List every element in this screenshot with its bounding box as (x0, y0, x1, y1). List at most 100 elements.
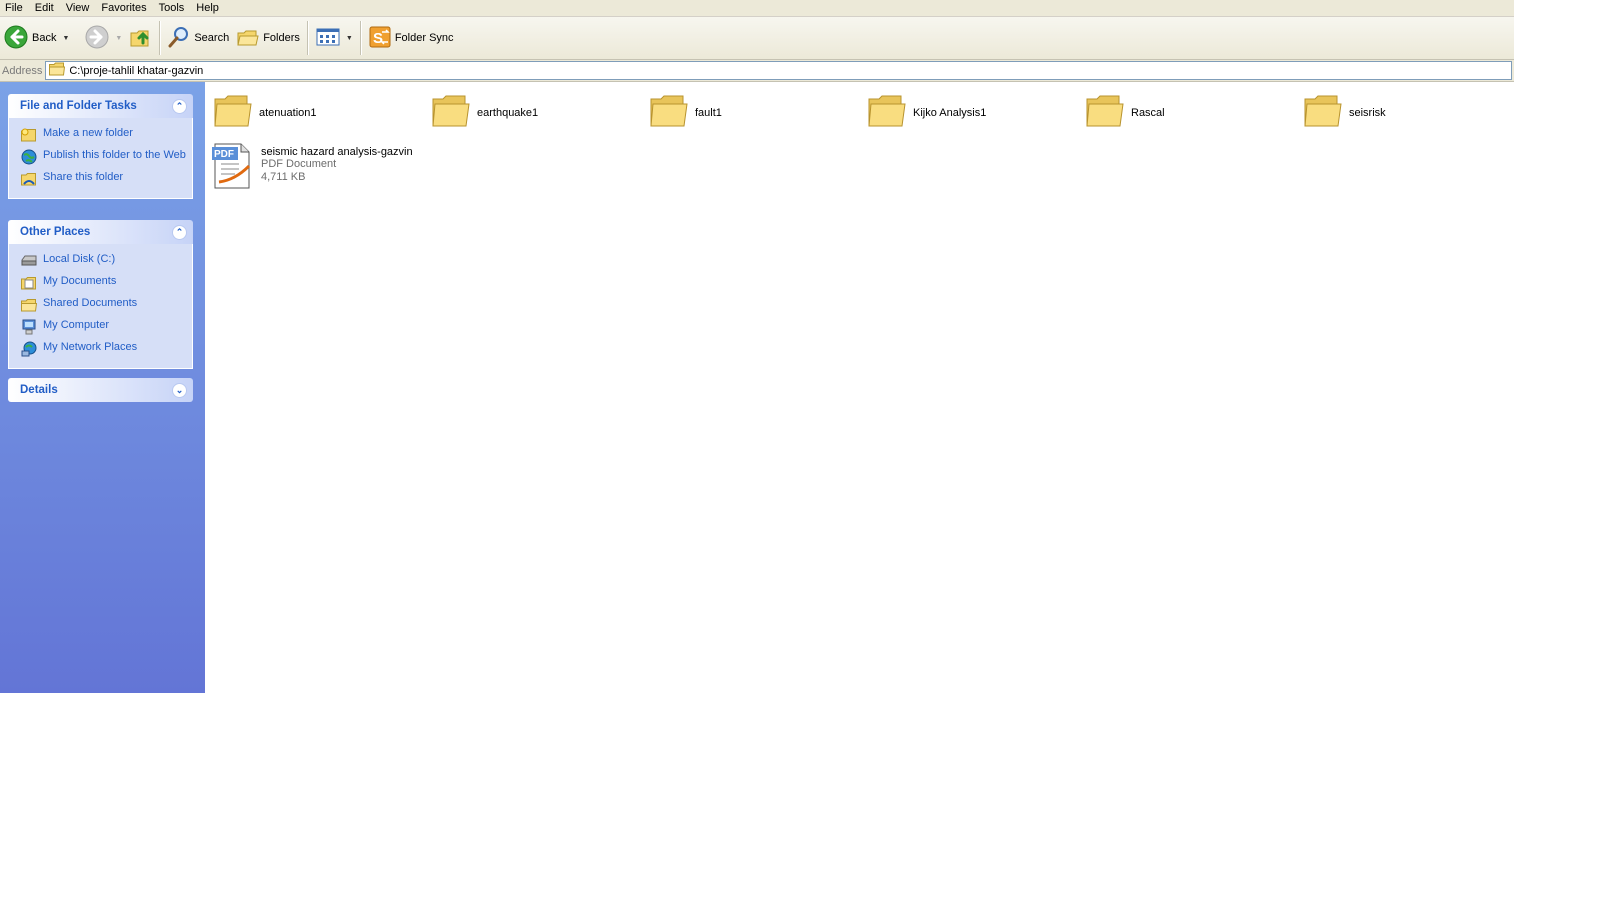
pdf-file-icon: PDF (211, 142, 255, 193)
folder-sync-icon: S (369, 26, 391, 51)
folder-name: Rascal (1131, 106, 1165, 119)
toolbar-separator (159, 21, 162, 55)
task-make-new-folder[interactable]: Make a new folder (21, 124, 186, 146)
expand-icon[interactable]: ⌄ (172, 382, 187, 398)
views-button[interactable]: ▼ (312, 21, 357, 55)
network-places-icon (21, 341, 37, 357)
address-input[interactable]: C:\proje-tahlil khatar-gazvin (45, 61, 1512, 80)
folder-item[interactable]: earthquake1 (431, 92, 538, 133)
place-label: My Computer (43, 319, 110, 331)
folder-icon (867, 92, 907, 133)
folder-icon (49, 62, 66, 79)
other-places-panel: Other Places ⌃ Local Disk (C:) My Docume… (8, 220, 193, 369)
search-label: Search (194, 32, 230, 44)
forward-arrow-icon (85, 25, 109, 52)
folders-icon (237, 26, 259, 51)
folder-item[interactable]: atenuation1 (213, 92, 317, 133)
folder-name: Kijko Analysis1 (913, 106, 987, 119)
panel-title: Details (20, 384, 58, 396)
folder-icon (431, 92, 471, 133)
place-my-documents[interactable]: My Documents (21, 272, 186, 294)
file-item[interactable]: PDF seismic hazard analysis-gazvin PDF D… (211, 142, 413, 193)
folder-name: atenuation1 (259, 106, 317, 119)
back-dropdown-icon[interactable]: ▼ (62, 35, 69, 42)
task-publish-folder-web[interactable]: Publish this folder to the Web (21, 146, 186, 168)
folder-name: earthquake1 (477, 106, 539, 119)
up-folder-icon (130, 26, 152, 51)
place-shared-documents[interactable]: Shared Documents (21, 294, 186, 316)
up-folder-button[interactable] (126, 21, 156, 55)
place-local-disk[interactable]: Local Disk (C:) (21, 250, 186, 272)
panel-title: File and Folder Tasks (20, 100, 137, 112)
toolbar-separator (306, 21, 309, 55)
task-label: Share this folder (43, 171, 124, 183)
other-places-header[interactable]: Other Places ⌃ (8, 220, 193, 244)
folder-item[interactable]: Kijko Analysis1 (867, 92, 986, 133)
menu-file[interactable]: File (0, 0, 30, 16)
back-button[interactable]: Back ▼ (0, 21, 73, 55)
new-folder-icon (21, 127, 37, 143)
folder-sync-button[interactable]: S Folder Sync (365, 21, 458, 55)
details-header[interactable]: Details ⌄ (8, 378, 193, 402)
task-share-folder[interactable]: Share this folder (21, 168, 186, 190)
address-label: Address (2, 64, 43, 77)
my-computer-icon (21, 319, 37, 335)
collapse-icon[interactable]: ⌃ (172, 98, 187, 114)
forward-dropdown-icon[interactable]: ▼ (115, 35, 122, 42)
menu-favorites[interactable]: Favorites (96, 0, 153, 16)
toolbar: Back ▼ ▼ Search Folders ▼ S Folder Sync (0, 17, 1514, 60)
menu-help[interactable]: Help (191, 0, 226, 16)
file-list-view: atenuation1 earthquake1 fault1 Kijko Ana… (205, 82, 1514, 693)
toolbar-separator (359, 21, 362, 55)
panel-title: Other Places (20, 226, 91, 238)
address-bar: Address C:\proje-tahlil khatar-gazvin (0, 60, 1514, 82)
shared-documents-icon (21, 297, 37, 313)
views-icon (316, 27, 340, 50)
forward-button[interactable]: ▼ (81, 21, 126, 55)
place-label: My Network Places (43, 341, 138, 353)
my-documents-icon (21, 275, 37, 291)
folders-button[interactable]: Folders (233, 21, 304, 55)
place-label: Local Disk (C:) (43, 253, 116, 265)
task-label: Make a new folder (43, 127, 133, 139)
menu-view[interactable]: View (61, 0, 97, 16)
folder-name: fault1 (695, 106, 722, 119)
file-size: 4,711 KB (261, 171, 306, 183)
address-path: C:\proje-tahlil khatar-gazvin (69, 64, 204, 77)
place-label: Shared Documents (43, 297, 138, 309)
views-dropdown-icon[interactable]: ▼ (346, 35, 353, 42)
file-folder-tasks-panel: File and Folder Tasks ⌃ Make a new folde… (8, 94, 193, 199)
share-folder-icon (21, 171, 37, 187)
file-name: seismic hazard analysis-gazvin (261, 146, 413, 158)
folder-icon (649, 92, 689, 133)
file-type: PDF Document (261, 158, 337, 170)
task-label: Publish this folder to the Web (43, 149, 186, 161)
folders-label: Folders (263, 32, 300, 44)
file-folder-tasks-list: Make a new folder Publish this folder to… (8, 118, 193, 199)
menu-tools[interactable]: Tools (154, 0, 192, 16)
folder-icon (1085, 92, 1125, 133)
folder-name: seisrisk (1349, 106, 1386, 119)
place-my-computer[interactable]: My Computer (21, 316, 186, 338)
pdf-badge-text: PDF (214, 149, 234, 160)
folder-item[interactable]: fault1 (649, 92, 722, 133)
explorer-window: File Edit View Favorites Tools Help Back… (0, 0, 1514, 693)
back-label: Back (32, 32, 57, 44)
folder-item[interactable]: seisrisk (1303, 92, 1386, 133)
other-places-list: Local Disk (C:) My Documents Shared Docu… (8, 244, 193, 369)
folder-icon (213, 92, 253, 133)
place-my-network-places[interactable]: My Network Places (21, 338, 186, 360)
file-folder-tasks-header[interactable]: File and Folder Tasks ⌃ (8, 94, 193, 118)
publish-web-icon (21, 149, 37, 165)
menu-edit[interactable]: Edit (30, 0, 61, 16)
menu-bar: File Edit View Favorites Tools Help (0, 0, 1514, 17)
disk-drive-icon (21, 253, 37, 269)
search-button[interactable]: Search (164, 21, 233, 55)
file-info: seismic hazard analysis-gazvin PDF Docum… (261, 142, 413, 184)
svg-text:S: S (373, 30, 383, 47)
folder-sync-label: Folder Sync (394, 32, 454, 44)
details-panel: Details ⌄ (8, 378, 193, 402)
folder-item[interactable]: Rascal (1085, 92, 1165, 133)
back-arrow-icon (4, 25, 28, 52)
collapse-icon[interactable]: ⌃ (172, 224, 187, 240)
